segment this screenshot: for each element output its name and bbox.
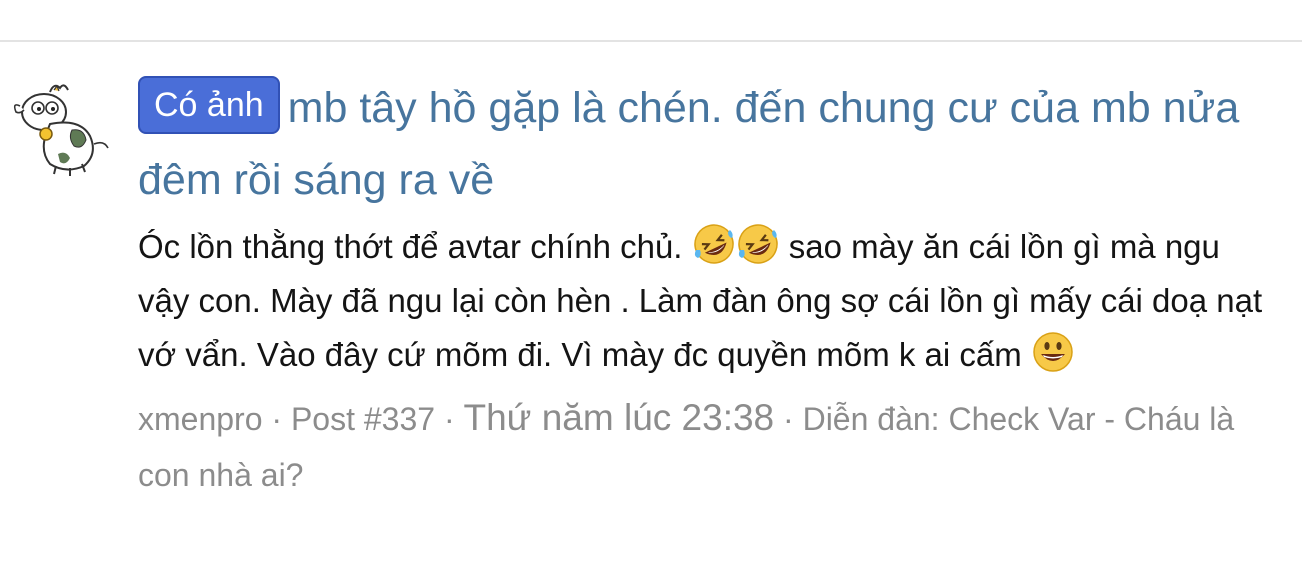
thread-title[interactable]: mb tây hồ gặp là chén. đến chung cư của … — [138, 84, 1239, 204]
rolling-on-floor-laughing-icon — [693, 224, 734, 264]
snippet-text-1: Óc lồn thằng thớt để avtar chính chủ. — [138, 228, 692, 265]
search-result-item: Có ảnh mb tây hồ gặp là chén. đến chung c… — [0, 42, 1302, 581]
post-number-link[interactable]: Post #337 — [291, 401, 435, 437]
post-meta: xmenpro · Post #337 · Thứ năm lúc 23:38 … — [138, 390, 1278, 503]
meta-separator: · — [262, 401, 291, 437]
avatar[interactable] — [10, 78, 112, 180]
meta-separator: · — [774, 401, 803, 437]
author-link[interactable]: xmenpro — [138, 401, 263, 437]
has-image-badge: Có ảnh — [138, 76, 280, 134]
thread-title-link[interactable]: Có ảnh mb tây hồ gặp là chén. đến chung c… — [138, 72, 1278, 216]
post-snippet: Óc lồn thằng thớt để avtar chính chủ. sa… — [138, 220, 1278, 382]
rolling-on-floor-laughing-icon — [737, 224, 778, 264]
forum-label: Diễn đàn: — [802, 401, 949, 437]
meta-separator: · — [435, 401, 464, 437]
grinning-face-icon — [1033, 332, 1073, 372]
post-date: Thứ năm lúc 23:38 — [463, 397, 775, 438]
